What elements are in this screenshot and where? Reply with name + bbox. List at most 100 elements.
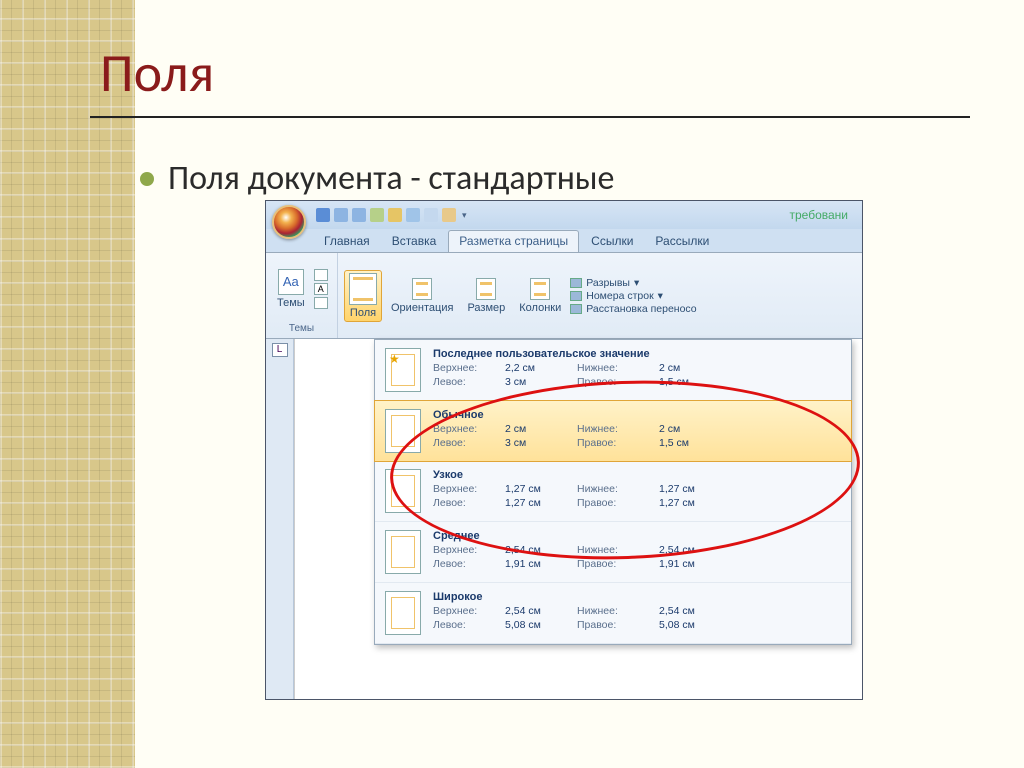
margin-value: 2,54 см [505,605,565,617]
size-button[interactable]: Размер [462,275,510,317]
open-icon[interactable] [442,208,456,222]
quickprint-icon[interactable] [370,208,384,222]
titlebar: ▾ требовани [266,201,862,229]
ribbon-tabs: Главная Вставка Разметка страницы Ссылки… [266,229,862,253]
margin-preset-values: Верхнее:2,54 смНижнее:2,54 смЛевое:1,91 … [433,544,841,570]
page-setup-links: Разрывы▾ Номера строк▾ Расстановка перен… [570,277,696,315]
margin-preset-title: Широкое [433,591,841,603]
margin-value: 1,91 см [505,558,565,570]
word-screenshot: ▾ требовани Главная Вставка Разметка стр… [265,200,863,700]
group-themes: Aa Темы A Темы [266,253,338,338]
margin-label: Левое: [433,376,493,388]
tab-insert[interactable]: Вставка [382,231,447,252]
margin-value: 2 см [659,362,719,374]
margin-preset-item[interactable]: СреднееВерхнее:2,54 смНижнее:2,54 смЛево… [375,522,851,583]
margin-value: 1,27 см [505,497,565,509]
margin-preset-body: ОбычноеВерхнее:2 смНижнее:2 смЛевое:3 см… [433,409,841,449]
margin-preset-item[interactable]: ★ Последнее пользовательское значениеВерх… [375,340,851,401]
margin-value: 2,54 см [659,605,719,617]
margin-value: 2 см [659,423,719,435]
margin-label: Правое: [577,376,647,388]
themes-button[interactable]: Aa Темы [272,266,310,312]
line-numbers-button[interactable]: Номера строк▾ [570,290,696,302]
margin-label: Левое: [433,619,493,631]
margin-value: 5,08 см [659,619,719,631]
margin-label: Правое: [577,497,647,509]
theme-effects-icon[interactable] [314,297,328,309]
margin-label: Верхнее: [433,544,493,556]
zoom-icon[interactable] [424,208,438,222]
chevron-down-icon: ▾ [634,277,639,289]
margin-preset-body: УзкоеВерхнее:1,27 смНижнее:1,27 смЛевое:… [433,469,841,509]
group-label-themes: Темы [272,321,331,334]
margin-preset-body: СреднееВерхнее:2,54 смНижнее:2,54 смЛево… [433,530,841,570]
margins-button[interactable]: Поля [344,270,382,322]
margin-label: Нижнее: [577,605,647,617]
line-numbers-icon [570,291,582,301]
margin-preset-values: Верхнее:1,27 смНижнее:1,27 смЛевое:1,27 … [433,483,841,509]
margin-value: 1,27 см [659,483,719,495]
chevron-down-icon: ▾ [658,290,663,302]
tab-page-layout[interactable]: Разметка страницы [448,230,579,252]
margin-label: Левое: [433,558,493,570]
margin-preset-thumb-icon [385,469,421,513]
margin-preset-title: Среднее [433,530,841,542]
group-page-setup: Поля Ориентация Размер Колонки Разрывы▾ … [338,253,703,338]
margin-label: Верхнее: [433,483,493,495]
margin-preset-title: Узкое [433,469,841,481]
margin-preset-body: ШирокоеВерхнее:2,54 смНижнее:2,54 смЛево… [433,591,841,631]
margin-label: Правое: [577,558,647,570]
theme-colors-icon[interactable] [314,269,328,281]
margins-icon [349,273,377,305]
office-button[interactable] [272,205,306,239]
margin-preset-item[interactable]: ШирокоеВерхнее:2,54 смНижнее:2,54 смЛево… [375,583,851,644]
qat-dropdown-icon[interactable]: ▾ [462,210,467,221]
tab-home[interactable]: Главная [314,231,380,252]
margin-value: 2 см [505,423,565,435]
undo-icon[interactable] [334,208,348,222]
theme-fonts-icon[interactable]: A [314,283,328,295]
margin-label: Нижнее: [577,423,647,435]
columns-icon [530,278,550,300]
margin-value: 1,91 см [659,558,719,570]
margin-value: 2,54 см [659,544,719,556]
redo-icon[interactable] [352,208,366,222]
margin-label: Верхнее: [433,362,493,374]
breaks-button[interactable]: Разрывы▾ [570,277,696,289]
orientation-button[interactable]: Ориентация [386,275,458,317]
spellcheck-icon[interactable] [406,208,420,222]
themes-aa-icon: Aa [278,269,304,295]
margin-label: Верхнее: [433,423,493,435]
hyphenation-button[interactable]: Расстановка переносо [570,303,696,315]
quick-access-toolbar: ▾ [316,208,467,222]
margin-preset-thumb-icon: ★ [385,348,421,392]
margin-label: Левое: [433,437,493,449]
bullet-dot-icon [140,172,154,186]
margin-value: 1,5 см [659,437,719,449]
size-icon [476,278,496,300]
bullet-text: Поля документа - стандартные [168,158,614,199]
ribbon: Aa Темы A Темы Поля Ориентация [266,253,862,339]
hyphenation-icon [570,304,582,314]
print-icon[interactable] [388,208,402,222]
document-title: требовани [790,208,857,222]
tab-references[interactable]: Ссылки [581,231,643,252]
star-icon: ★ [389,352,400,366]
margin-preset-thumb-icon [385,409,421,453]
margin-label: Правое: [577,437,647,449]
margin-preset-thumb-icon [385,530,421,574]
slide-title: Поля [90,40,970,118]
margin-label: Нижнее: [577,483,647,495]
ruler-corner-icon: L [272,343,288,357]
tab-mailings[interactable]: Рассылки [645,231,719,252]
margin-value: 5,08 см [505,619,565,631]
save-icon[interactable] [316,208,330,222]
margin-preset-body: Последнее пользовательское значениеВерхн… [433,348,841,388]
margin-label: Правое: [577,619,647,631]
margin-preset-item[interactable]: ОбычноеВерхнее:2 смНижнее:2 смЛевое:3 см… [374,400,852,462]
bullet-row: Поля документа - стандартные [140,158,994,199]
margin-preset-thumb-icon [385,591,421,635]
columns-button[interactable]: Колонки [514,275,566,317]
margin-preset-values: Верхнее:2,2 смНижнее:2 смЛевое:3 смПраво… [433,362,841,388]
margin-preset-item[interactable]: УзкоеВерхнее:1,27 смНижнее:1,27 смЛевое:… [375,461,851,522]
